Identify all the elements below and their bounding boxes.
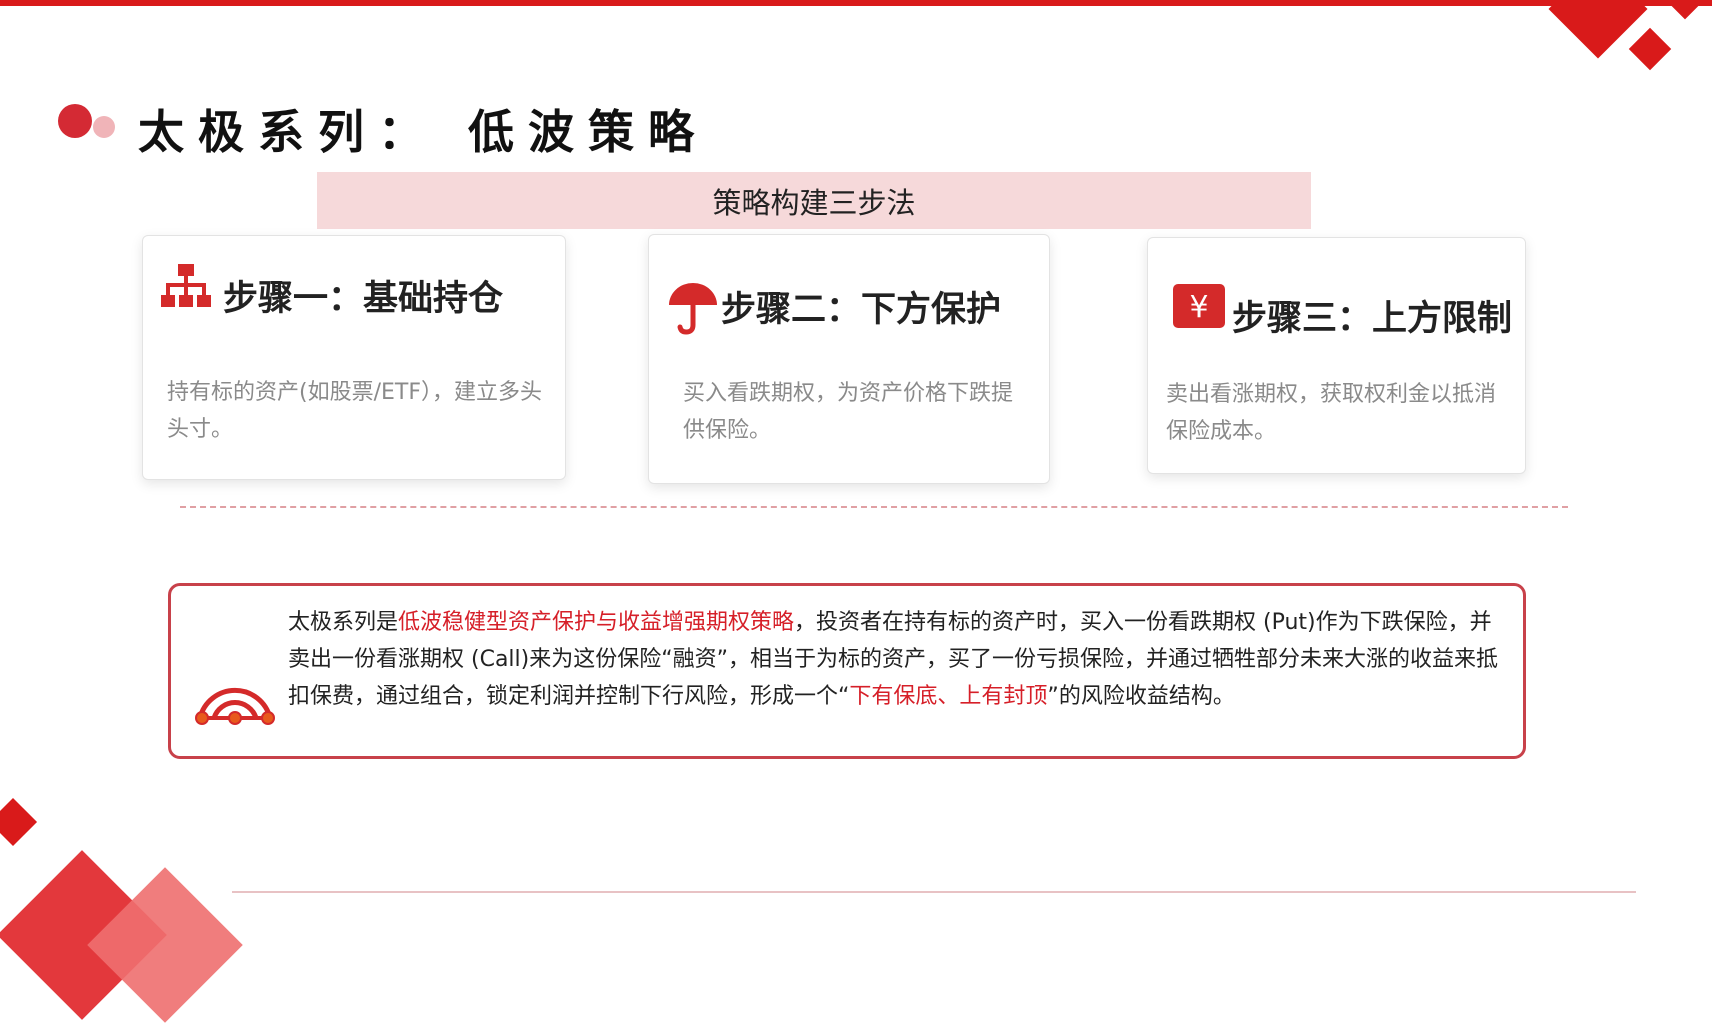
step-title: 步骤三：上方限制 [1232,299,1513,339]
banner-label: 策略构建三步法 [712,185,916,220]
hierarchy-icon [161,264,211,318]
step-card-2: 步骤二：下方保护 买入看跌期权，为资产价格下跌提供保险。 [648,234,1050,484]
title-bullet-dot [93,116,115,138]
umbrella-icon [667,281,719,339]
title-bullet-dot [58,104,92,138]
decor-diamond [1666,0,1704,20]
bridge-network-icon [192,668,278,732]
decor-diamond [1628,27,1672,71]
section-divider [180,506,1568,508]
footer-divider [232,891,1636,893]
summary-highlight: 低波稳健型资产保护与收益增强期权策略 [398,610,795,635]
yen-icon: ¥ [1173,284,1225,332]
step-card-3: ¥ 步骤三：上方限制 卖出看涨期权，获取权利金以抵消保险成本。 [1147,237,1526,474]
step-card-1: 步骤一：基础持仓 持有标的资产(如股票/ETF），建立多头头寸。 [142,235,566,480]
page-title: 太极系列： 低波策略 [138,105,709,159]
step-description: 买入看跌期权，为资产价格下跌提供保险。 [683,381,1014,443]
top-accent-bar [0,0,1712,6]
section-banner: 策略构建三步法 [317,172,1311,229]
decor-diamond [0,797,38,847]
summary-text: 太极系列是低波稳健型资产保护与收益增强期权策略，投资者在持有标的资产时，买入一份… [288,604,1500,715]
step-title: 步骤二：下方保护 [721,290,1002,330]
step-description: 卖出看涨期权，获取权利金以抵消保险成本。 [1166,382,1497,444]
summary-text-part: 太极系列是 [288,610,399,635]
step-description: 持有标的资产(如股票/ETF），建立多头头寸。 [167,380,542,442]
step-title: 步骤一：基础持仓 [223,279,504,319]
summary-highlight: 下有保底、上有封顶 [849,684,1048,709]
svg-text:¥: ¥ [1189,290,1208,325]
summary-text-part: ”的风险收益结构。 [1047,684,1235,709]
